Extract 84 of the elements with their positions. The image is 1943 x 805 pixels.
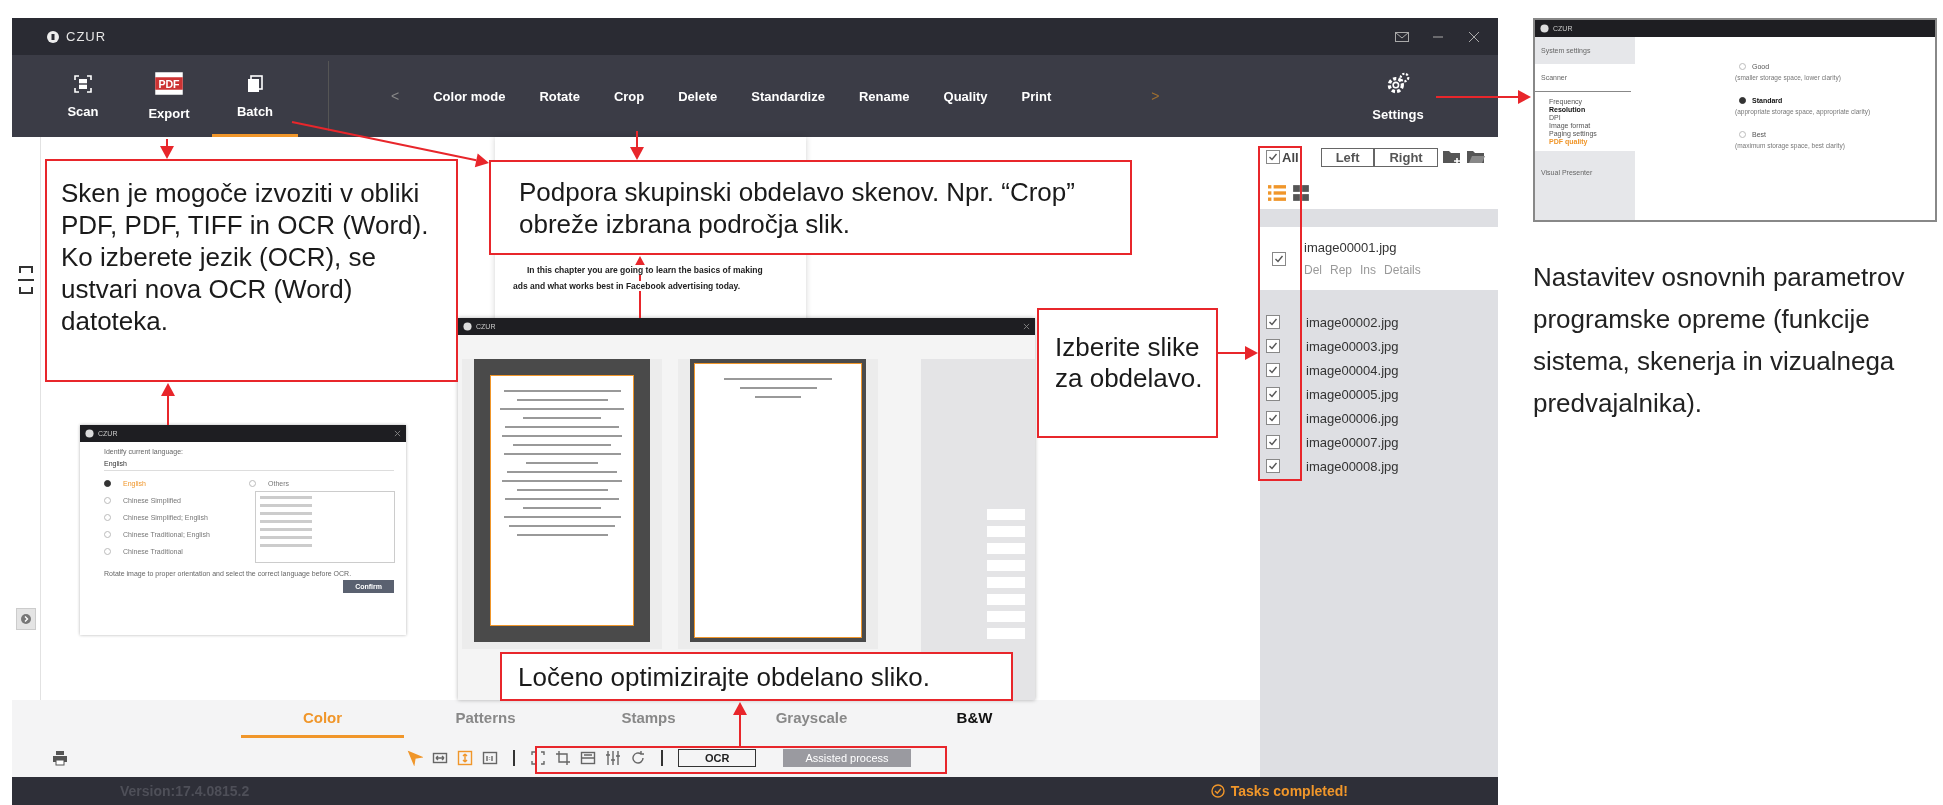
check-icon	[1274, 253, 1284, 264]
actual-size-tool-icon[interactable]	[482, 749, 498, 766]
file-row[interactable]: image00006.jpg	[1260, 406, 1498, 430]
app-title: CZUR	[66, 29, 107, 44]
grid-view-icon[interactable]	[1292, 184, 1310, 202]
toolbar-action[interactable]: Quality	[943, 88, 988, 104]
file-checkbox[interactable]	[1266, 339, 1280, 353]
callout-text: Izberite slike za obdelavo.	[1037, 308, 1218, 438]
arrow	[160, 138, 174, 159]
check-icon	[1268, 389, 1278, 399]
callout-text: Ločeno optimizirajte obdelano sliko.	[500, 652, 1013, 701]
close-icon[interactable]	[394, 430, 401, 437]
toolbar-action[interactable]: Standardize	[751, 88, 825, 104]
check-icon	[1268, 152, 1278, 162]
panel-toggle-button[interactable]	[16, 608, 36, 630]
file-name: image00007.jpg	[1306, 434, 1399, 450]
file-card[interactable]: image00001.jpg Del Rep Ins Details	[1260, 227, 1498, 290]
folder-icon[interactable]	[1465, 149, 1486, 165]
toolbar-action[interactable]: Rename	[858, 88, 910, 104]
page-side-button[interactable]: Right	[1374, 147, 1438, 167]
file-checkbox[interactable]	[1266, 363, 1280, 377]
logo-icon	[463, 322, 472, 331]
straighten-tool-icon[interactable]	[580, 749, 596, 766]
toolbar-button[interactable]: Scan	[40, 55, 126, 137]
file-row[interactable]: image00004.jpg	[1260, 358, 1498, 382]
check-icon	[1268, 317, 1278, 327]
printer-icon[interactable]	[52, 749, 68, 766]
arrow-circle-icon	[20, 613, 32, 625]
adjust-tool-icon[interactable]	[605, 749, 621, 766]
file-checkbox[interactable]	[1266, 411, 1280, 425]
check-icon	[1268, 341, 1278, 351]
logo-icon	[46, 29, 60, 44]
status-message: Tasks completed!	[1230, 783, 1348, 799]
select-all-checkbox[interactable]: All	[1266, 149, 1299, 165]
select-tool-icon[interactable]	[530, 749, 546, 766]
page-side-button[interactable]: Left	[1320, 147, 1375, 167]
file-name: image00003.jpg	[1306, 338, 1399, 354]
arrow	[733, 702, 747, 747]
file-checkbox[interactable]	[1272, 251, 1286, 266]
file-row[interactable]: image00002.jpg	[1260, 310, 1498, 334]
toolbar-button[interactable]: PDF Export	[126, 55, 212, 137]
toolbar-action[interactable]: Crop	[613, 88, 645, 104]
file-row[interactable]: image00007.jpg	[1260, 430, 1498, 454]
check-icon	[1268, 365, 1278, 375]
close-icon[interactable]	[1023, 323, 1030, 330]
arrow	[1217, 346, 1258, 360]
document-icon: PDF	[154, 71, 184, 96]
scan-icon	[73, 73, 93, 94]
callout-text: Sken je mogoče izvoziti v obliki PDF, PDF, TIFF in OCR (Word). Ko izberete jezik (OCR), se ustvari nova OCR (Word) datoteka.	[45, 159, 458, 382]
rotate-tool-icon[interactable]	[630, 749, 646, 766]
file-row[interactable]: image00008.jpg	[1260, 454, 1498, 478]
pages-icon	[245, 73, 265, 94]
file-checkbox[interactable]	[1266, 315, 1280, 329]
settings-button[interactable]: Settings	[1358, 55, 1438, 137]
file-name: image00001.jpg	[1304, 240, 1398, 255]
check-icon	[1268, 461, 1278, 471]
file-checkbox[interactable]	[1266, 435, 1280, 449]
description-text: Nastavitev osnovnih parametrov programske opreme (funkcije sistema, skenerja in vizualnega predvajalnika).	[1533, 261, 1906, 420]
folder-plus-icon[interactable]	[1441, 149, 1462, 165]
callout-text: Podpora skupinski obdelavo skenov. Npr. “Crop” obreže izbrana področja slik.	[489, 160, 1132, 255]
file-name: image00006.jpg	[1306, 410, 1399, 426]
logo-icon	[85, 429, 94, 438]
ocr-button[interactable]: OCR	[678, 748, 757, 767]
file-checkbox[interactable]	[1266, 387, 1280, 401]
file-checkbox[interactable]	[1266, 459, 1280, 473]
file-name: image00005.jpg	[1306, 386, 1399, 402]
crop-tool-icon[interactable]	[555, 749, 571, 766]
check-icon	[1268, 437, 1278, 447]
mode-tab[interactable]: B&W	[893, 700, 1056, 738]
arrow	[161, 383, 175, 426]
toolbar-action[interactable]: Rotate	[539, 88, 580, 104]
check-circle-icon	[1210, 784, 1225, 798]
toolbar-action[interactable]: Color mode	[433, 88, 506, 104]
toolbar-action[interactable]: Print	[1021, 88, 1052, 104]
arrow	[630, 130, 644, 160]
crop-frame-icon[interactable]	[18, 265, 34, 295]
logo-icon	[1540, 24, 1549, 33]
file-row[interactable]: image00005.jpg	[1260, 382, 1498, 406]
toolbar-action[interactable]: Delete	[678, 88, 718, 104]
file-name: image00008.jpg	[1306, 458, 1399, 474]
file-name: image00002.jpg	[1306, 314, 1399, 330]
file-row[interactable]: image00003.jpg	[1260, 334, 1498, 358]
file-name: image00004.jpg	[1306, 362, 1399, 378]
check-icon	[1268, 413, 1278, 423]
